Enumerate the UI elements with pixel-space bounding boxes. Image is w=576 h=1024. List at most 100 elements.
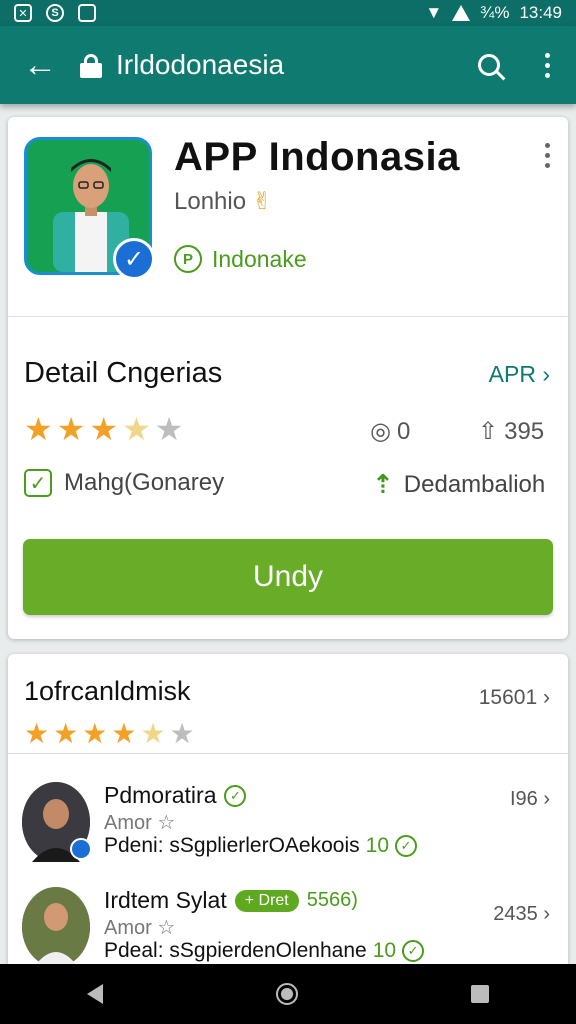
details-rating: ★ ★ ★ ★ ★ <box>24 413 183 445</box>
app-category-badge[interactable]: P Indonake <box>174 245 307 273</box>
review-meta-text: Pdeni: sSgplierlerOAekoois <box>104 834 360 857</box>
chevron-right-icon: › <box>543 903 550 925</box>
notification-icon: ✕ <box>14 4 32 22</box>
reviewer-name-text: Pdmoratira <box>104 782 217 808</box>
reviewer-name: Irdtem Sylat + Dret 5566) <box>104 887 358 914</box>
review-item[interactable]: Pdmoratira ✓ Amor ☆ Pdeni: sSgplierlerOAe… <box>8 774 568 874</box>
review-count-link[interactable]: 2435 › <box>493 903 550 926</box>
back-arrow-icon[interactable]: ← <box>0 26 80 104</box>
follow-chip[interactable]: + Dret <box>234 889 299 912</box>
star-icon: ★ <box>82 718 108 749</box>
nav-back-icon[interactable] <box>86 984 103 1004</box>
app-header: ✓ APP Indonasia Lonhio ✌ P Indonake <box>8 117 568 317</box>
reviews-count-link[interactable]: 15601 › <box>479 686 550 710</box>
reviews-card: 1ofrcanldmisk 15601 › ★ ★ ★ ★ ★ ★ Pdmora… <box>8 654 568 974</box>
comments-count: 0 <box>396 417 411 445</box>
reviewer-avatar <box>22 887 90 967</box>
star-icon: ★ <box>111 718 137 749</box>
cell-signal-icon <box>452 5 471 21</box>
details-link[interactable]: APR › <box>489 361 550 388</box>
nav-recents-icon[interactable] <box>471 985 490 1003</box>
badge-label: Indonake <box>212 245 307 272</box>
review-count: I96 <box>509 788 538 810</box>
chevron-right-icon: › <box>543 788 550 810</box>
nav-home-icon[interactable] <box>275 983 298 1005</box>
card-more-icon[interactable] <box>545 143 550 168</box>
review-meta-number: 10 <box>365 834 389 857</box>
overflow-menu-button[interactable] <box>518 26 576 104</box>
star-icon: ★ <box>24 411 53 447</box>
search-button[interactable] <box>460 26 518 104</box>
battery-text: ¾% <box>480 3 510 22</box>
comment-icon: ◎ <box>370 418 391 445</box>
details-link-label: APR <box>488 361 536 387</box>
app-subtitle: Lonhio ✌ <box>174 187 272 216</box>
reviewer-role-text: Amor <box>104 812 152 834</box>
clock: 13:49 <box>519 3 562 22</box>
app-info-card: ✓ APP Indonasia Lonhio ✌ P Indonake Detai… <box>8 117 568 639</box>
reviewer-avatar <box>22 782 92 862</box>
sync-icon: S <box>46 4 64 22</box>
app-notification-icon <box>78 4 96 22</box>
system-nav-bar <box>0 964 576 1024</box>
reviews-count: 15601 <box>478 686 538 709</box>
app-bar-title: Irldodonaesia <box>116 49 285 80</box>
review-extra-count: 5566) <box>306 889 358 911</box>
app-title: APP Indonasia <box>174 135 460 179</box>
review-count: 2435 <box>493 903 538 925</box>
likes-stat: ⇧ 395 <box>478 417 544 446</box>
check-circle-icon: ✓ <box>224 784 247 807</box>
review-meta: Pdeal: sSgpierdenOlenhane 10 ✓ <box>104 939 425 963</box>
review-meta-number: 10 <box>372 939 397 962</box>
info-icon: P <box>174 245 202 273</box>
person-avatar-icon <box>22 887 90 967</box>
check-circle-icon: ✓ <box>402 940 425 962</box>
star-empty-icon: ★ <box>169 718 195 749</box>
star-rating: ★ ★ ★ ★ ★ <box>24 413 183 445</box>
star-empty-icon: ★ <box>154 411 184 447</box>
check-circle-icon: ✓ <box>395 835 417 857</box>
reviews-title: 1ofrcanldmisk <box>24 676 191 706</box>
trend-row: ⇡ Dedambalioh <box>372 469 545 500</box>
verified-row: ✓ Mahg(Gonarey <box>24 469 224 497</box>
star-icon: ★ <box>24 718 50 749</box>
reviewer-role: Amor ☆ <box>104 810 175 835</box>
wifi-icon: ▼ <box>425 3 443 22</box>
app-subtitle-text: Lonhio <box>174 188 247 215</box>
status-bar: ✕ S ▼ ¾% 13:49 <box>0 0 576 26</box>
star-outline-icon: ☆ <box>157 812 176 834</box>
lock-icon <box>80 54 102 78</box>
search-icon <box>478 54 500 76</box>
review-meta-text: Pdeal: sSgpierdenOlenhane <box>104 939 367 962</box>
review-count-link[interactable]: I96 › <box>510 788 550 811</box>
chevron-right-icon: › <box>543 686 550 709</box>
thumbs-up-icon: ⇧ <box>478 418 499 445</box>
verified-badge-icon <box>70 838 92 860</box>
chevron-right-icon: › <box>542 361 550 387</box>
reviewer-name-text: Irdtem Sylat <box>104 887 227 913</box>
star-outline-icon: ☆ <box>157 917 176 939</box>
reviewer-role: Amor ☆ <box>104 915 175 940</box>
more-vert-icon <box>544 52 550 78</box>
details-title: Detail Cngerias <box>24 357 223 389</box>
comments-stat: ◎ 0 <box>370 417 410 446</box>
star-icon: ★ <box>53 718 79 749</box>
reviewer-role-text: Amor <box>104 917 152 939</box>
checkbox-icon: ✓ <box>24 469 52 497</box>
app-avatar[interactable]: ✓ <box>24 137 155 280</box>
star-icon: ★ <box>89 411 119 447</box>
star-half-icon: ★ <box>140 718 166 749</box>
star-half-icon: ★ <box>122 411 151 447</box>
trending-up-icon: ⇡ <box>372 469 394 499</box>
reviews-header: 1ofrcanldmisk 15601 › ★ ★ ★ ★ ★ ★ <box>8 654 568 754</box>
reviewer-name: Pdmoratira ✓ <box>104 782 247 809</box>
wave-hand-icon: ✌ <box>252 188 273 215</box>
verified-check-icon: ✓ <box>113 238 155 280</box>
star-icon: ★ <box>56 411 86 447</box>
verified-label: Mahg(Gonarey <box>64 469 225 496</box>
app-bar: ← Irldodonaesia <box>0 26 576 104</box>
details-section: Detail Cngerias APR › ★ ★ ★ ★ ★ ◎ 0 ⇧ 395 … <box>8 317 568 637</box>
likes-count: 395 <box>504 417 545 445</box>
primary-action-button[interactable]: Undy <box>23 539 553 615</box>
star-rating: ★ ★ ★ ★ ★ ★ <box>24 720 195 748</box>
